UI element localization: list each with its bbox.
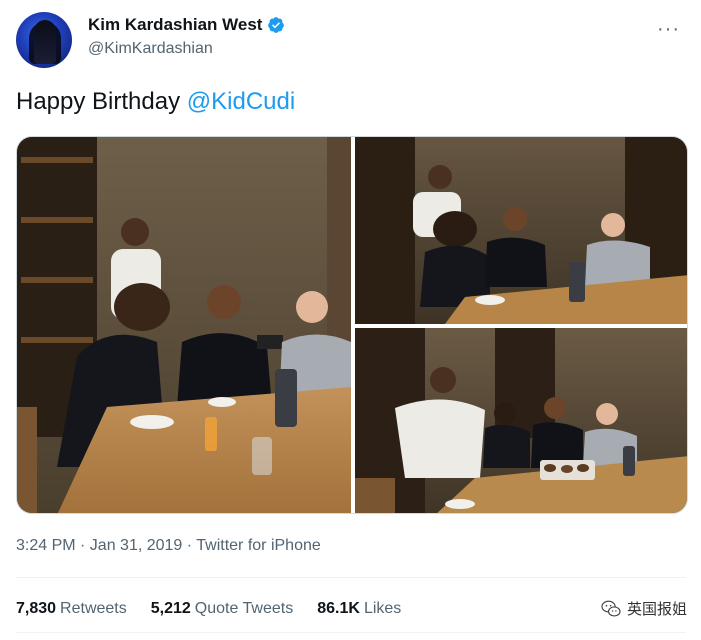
media-grid	[16, 136, 688, 514]
mention-link[interactable]: @KidCudi	[187, 88, 295, 115]
stat-value: 7,830	[16, 600, 57, 617]
tweet-stats: 7,830 Retweets 5,212 Quote Tweets 86.1K Lik…	[16, 600, 401, 618]
divider	[16, 632, 686, 633]
stat-label: Quote Tweets	[194, 600, 294, 617]
stat-retweets[interactable]: 7,830 Retweets	[16, 600, 127, 618]
tweet-text-body: Happy Birthday	[16, 88, 187, 115]
more-options-icon[interactable]: ···	[657, 18, 680, 41]
stat-quote-tweets[interactable]: 5,212 Quote Tweets	[151, 600, 293, 618]
author-name-row[interactable]: Kim Kardashian West	[88, 15, 285, 35]
tweet-header: Kim Kardashian West @KimKardashian ···	[16, 12, 686, 68]
tweet-meta[interactable]: 3:24 PM · Jan 31, 2019 · Twitter for iPh…	[16, 537, 321, 555]
wechat-icon	[601, 600, 621, 617]
stat-value: 5,212	[150, 600, 191, 617]
watermark-text: 英国报姐	[626, 601, 687, 618]
avatar[interactable]	[16, 12, 72, 68]
divider	[16, 577, 686, 578]
watermark: 英国报姐	[601, 598, 687, 619]
tweet-text: Happy Birthday @KidCudi	[16, 88, 295, 116]
verified-badge-icon	[268, 17, 285, 33]
photo-3[interactable]	[355, 328, 687, 513]
author-handle[interactable]: @KimKardashian	[88, 40, 213, 58]
stat-label: Retweets	[60, 600, 127, 617]
author-display-name[interactable]: Kim Kardashian West	[88, 15, 262, 35]
photo-2[interactable]	[355, 137, 687, 324]
photo-1[interactable]	[17, 137, 351, 513]
stat-likes[interactable]: 86.1K Likes	[317, 600, 401, 618]
stat-label: Likes	[363, 600, 402, 617]
stat-value: 86.1K	[317, 600, 360, 617]
